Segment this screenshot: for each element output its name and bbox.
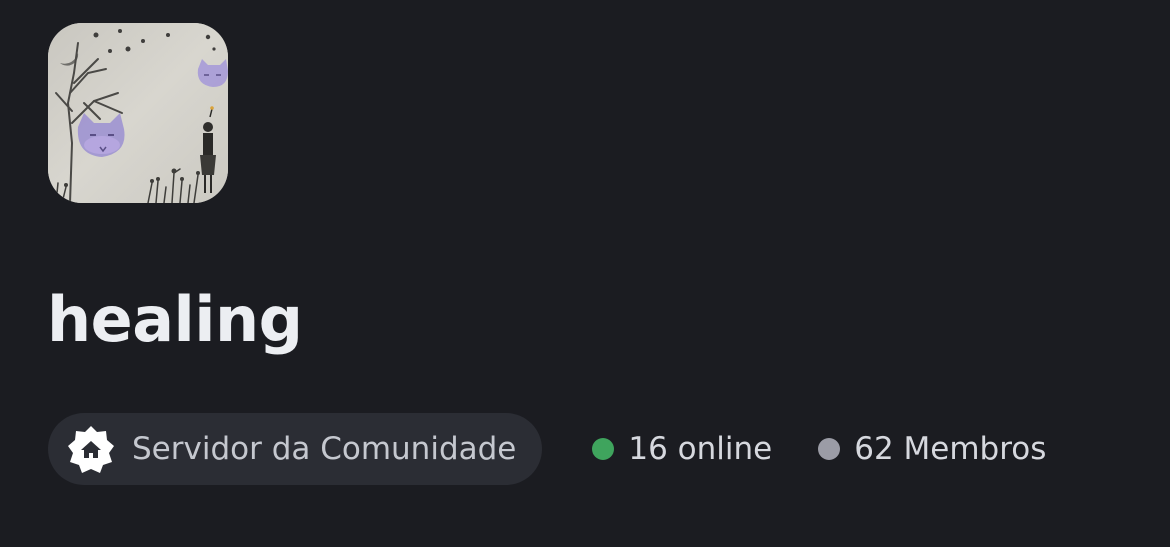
server-avatar[interactable]: [48, 23, 228, 203]
server-info-row: Servidor da Comunidade 16 online 62 Memb…: [48, 413, 1046, 485]
community-server-label: Servidor da Comunidade: [132, 431, 517, 467]
member-count: 62 Membros: [818, 431, 1046, 467]
server-avatar-illustration: [48, 23, 228, 203]
members-status-dot-icon: [818, 438, 841, 460]
community-server-badge[interactable]: Servidor da Comunidade: [48, 413, 543, 485]
community-house-badge-icon: [66, 424, 116, 474]
online-count: 16 online: [592, 431, 772, 467]
server-name: healing: [47, 283, 303, 356]
online-count-text: 16 online: [628, 431, 773, 467]
member-count-text: 62 Membros: [854, 431, 1047, 467]
online-status-dot-icon: [592, 438, 615, 460]
